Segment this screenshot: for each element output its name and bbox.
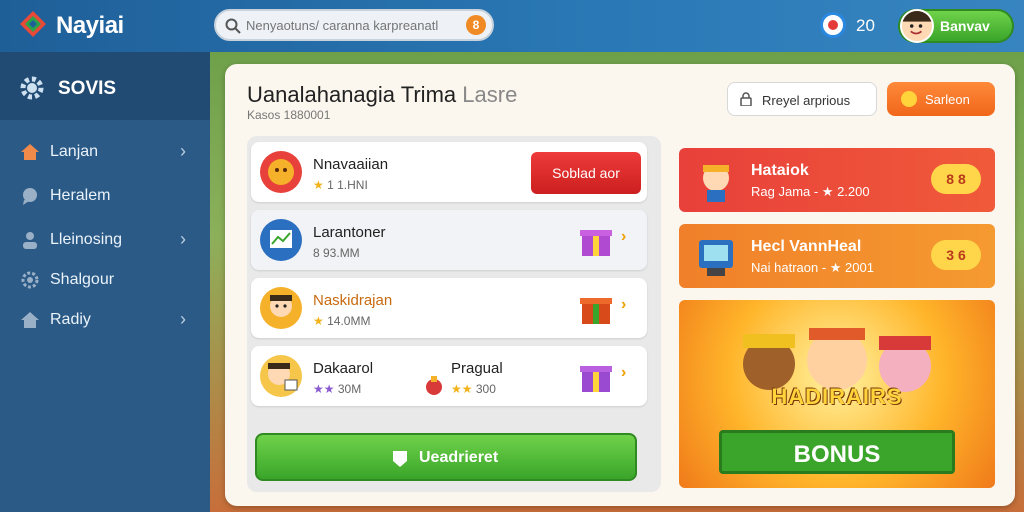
- sidebar-item-label: Radiy: [50, 311, 91, 328]
- bonus-ribbon[interactable]: BONUS: [719, 430, 955, 474]
- download-button-label: Ueadrieret: [419, 449, 499, 466]
- primary-button-label: Sarleon: [925, 92, 970, 107]
- sidebar-item-shalgour[interactable]: Shalgour: [0, 260, 210, 300]
- list-item-sub: 8 93.MM: [313, 246, 360, 260]
- game-list: Nnavaaiian ★ 1 1.HNI Soblad aor Laranton…: [247, 136, 661, 492]
- chevron-right-icon: ›: [180, 229, 186, 249]
- list-item-title-2: Pragual: [451, 360, 503, 377]
- list-item-title: Naskidrajan: [313, 292, 393, 309]
- gear-icon: [21, 271, 39, 289]
- chevron-right-icon: ›: [180, 309, 186, 329]
- list-item[interactable]: Dakaarol ★★ 30M Pragual ★★ 300 ›: [251, 346, 647, 406]
- list-item-sub-2-text: 300: [475, 382, 496, 396]
- search-badge[interactable]: 8: [466, 15, 486, 35]
- list-item-sub-text: 14.0MM: [327, 314, 371, 328]
- character-icon: [703, 165, 729, 202]
- brand-name[interactable]: Nayiai: [56, 12, 124, 40]
- logo-icon[interactable]: [18, 9, 48, 39]
- user-label: Banvav: [940, 18, 990, 34]
- search-input[interactable]: [246, 16, 466, 34]
- card-subtitle: Rag Jama - ★ 2.200: [751, 184, 870, 199]
- list-item-sub-text: 30M: [337, 382, 362, 396]
- machine-icon: [699, 240, 733, 276]
- arrow-right-icon: ›: [621, 296, 627, 313]
- bonus-banner[interactable]: HADIRAIRS BONUS: [679, 300, 995, 488]
- star-icon: ★: [313, 178, 324, 192]
- reward-card[interactable]: Hecl VannHeal Nai hatraon - ★ 2001 3 6: [679, 224, 995, 288]
- home-icon: [21, 312, 39, 328]
- home-icon: [21, 144, 39, 160]
- download-button[interactable]: Ueadrieret: [255, 433, 637, 481]
- top-bar: Nayiai 8 20 Banvav: [0, 0, 1024, 52]
- lion-icon: [260, 151, 302, 193]
- chevron-right-icon: ›: [180, 141, 186, 161]
- search-icon: [225, 18, 241, 34]
- sidebar-item-label: Shalgour: [50, 271, 115, 288]
- secondary-button[interactable]: Rreyel arprious: [727, 82, 877, 116]
- character-icon: [260, 355, 302, 397]
- secondary-button-label: Rreyel arprious: [762, 93, 851, 108]
- sidebar-header: SOVIS: [0, 52, 210, 120]
- gear-icon: [20, 76, 44, 100]
- page-title-muted: Lasre: [462, 82, 518, 107]
- sidebar-item-lanjan[interactable]: Lanjan ›: [0, 132, 210, 172]
- sidebar-item-label: Lanjan: [50, 143, 99, 160]
- star-icon: ★★: [313, 382, 335, 396]
- star-icon: ★: [313, 314, 324, 328]
- list-item[interactable]: Naskidrajan ★ 14.0MM ›: [251, 278, 647, 338]
- list-item[interactable]: Nnavaaiian ★ 1 1.HNI Soblad aor: [251, 142, 647, 202]
- card-badge[interactable]: 8 8: [931, 164, 981, 194]
- card-subtitle: Nai hatraon - ★ 2001: [751, 260, 874, 275]
- avatar-face-icon: [902, 11, 932, 35]
- list-item-title: Dakaarol: [313, 360, 374, 377]
- list-item-title: Nnavaaiian: [313, 156, 389, 173]
- main-panel: Uanalahanagia Trima Lasre Kasos 1880001 …: [225, 64, 1015, 506]
- card-badge[interactable]: 3 6: [931, 240, 981, 270]
- banner-title: HADIRAIRS: [771, 384, 903, 409]
- list-item-title: Larantoner: [313, 224, 386, 241]
- primary-button[interactable]: Sarleon: [887, 82, 995, 116]
- notification-count: 20: [856, 16, 875, 35]
- sidebar-title: SOVIS: [58, 78, 117, 99]
- gift-icon[interactable]: [577, 358, 615, 396]
- sidebar: SOVIS Lanjan › Heralem Lleinosing › Shal…: [0, 52, 210, 512]
- coin-icon: [901, 91, 917, 107]
- lock-icon: [740, 92, 752, 106]
- list-item-sub: ★ 1 1.HNI: [313, 178, 368, 192]
- arrow-right-icon: ›: [621, 364, 627, 381]
- card-title: Hataiok: [751, 162, 809, 179]
- sidebar-item-label: Lleinosing: [50, 231, 123, 248]
- sidebar-item-lleinosing[interactable]: Lleinosing ›: [0, 220, 210, 260]
- list-item-sub: ★ 14.0MM: [313, 314, 370, 328]
- card-title: Hecl VannHeal: [751, 238, 862, 255]
- list-action-button[interactable]: Soblad aor: [531, 152, 641, 194]
- gift-icon[interactable]: [577, 290, 615, 328]
- search-bar[interactable]: 8: [214, 9, 494, 41]
- download-icon: [393, 451, 407, 467]
- sidebar-item-heralem[interactable]: Heralem: [0, 176, 210, 216]
- list-item[interactable]: Larantoner 8 93.MM ›: [251, 210, 647, 270]
- sidebar-item-label: Heralem: [50, 187, 111, 204]
- potion-icon: [426, 376, 442, 395]
- sidebar-item-radiy[interactable]: Radiy ›: [0, 300, 210, 340]
- chart-icon: [260, 219, 302, 261]
- character-icon: [260, 287, 302, 329]
- arrow-right-icon: ›: [621, 228, 627, 245]
- page-title-text: Uanalahanagia Trima: [247, 82, 457, 107]
- avatar[interactable]: [900, 9, 934, 43]
- bonus-ribbon-label: BONUS: [793, 441, 881, 468]
- gift-icon[interactable]: [577, 222, 615, 260]
- page-subtitle: Kasos 1880001: [247, 108, 331, 122]
- list-item-sub: ★★ 30M: [313, 382, 361, 396]
- user-icon: [23, 232, 37, 249]
- notification-icon[interactable]: [820, 12, 846, 38]
- list-item-sub-2: ★★ 300: [451, 382, 496, 396]
- page-title: Uanalahanagia Trima Lasre: [247, 82, 517, 108]
- list-item-sub-text: 1 1.HNI: [327, 178, 368, 192]
- reward-card[interactable]: Hataiok Rag Jama - ★ 2.200 8 8: [679, 148, 995, 212]
- chat-icon: [23, 188, 37, 205]
- star-icon: ★★: [451, 382, 473, 396]
